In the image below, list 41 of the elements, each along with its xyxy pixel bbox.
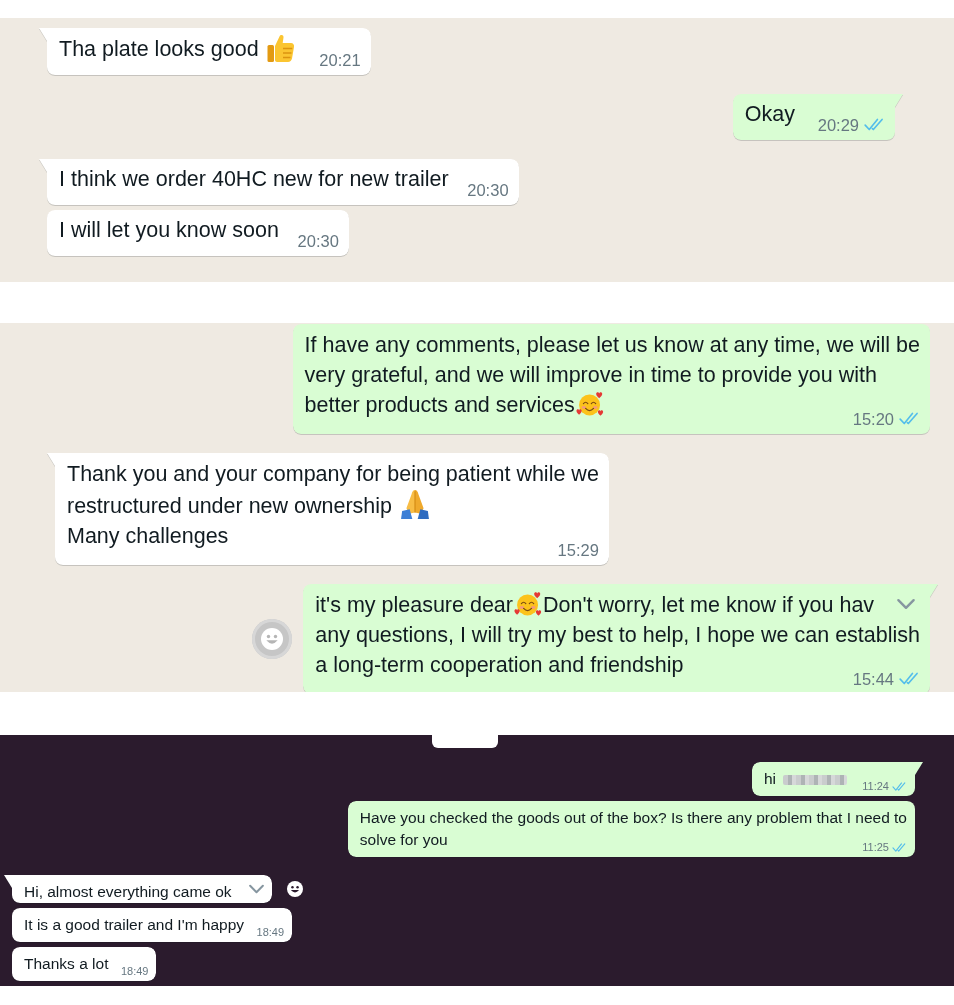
message-text: Have you checked the goods out of the box? Is there any problem that I need to (359, 809, 907, 826)
folded-hands-icon (400, 489, 431, 519)
message-text: very grateful, and we will improve in time to provide you with (304, 363, 877, 387)
message-text: a long-term cooperation and friendship (315, 653, 684, 677)
message-text: Hi, almost everything came ok (24, 883, 232, 900)
message-text: solve for you (359, 831, 448, 848)
message-time: 18:49 (120, 966, 149, 977)
message-text: Thanks a lot (24, 955, 109, 972)
message-time: 18:49 (256, 927, 285, 938)
message-time: 15:29 (557, 541, 599, 558)
message-time: 20:30 (297, 232, 339, 249)
smiling-face-with-hearts-icon (575, 390, 604, 418)
message-text: Many challenges (67, 524, 229, 548)
message-time: 11:25 (862, 842, 889, 853)
message-text: restructured under new ownership (67, 494, 393, 518)
chevron-down-icon[interactable] (896, 598, 916, 610)
message-time: 11:24 (862, 781, 889, 792)
smiling-face-with-hearts-icon (514, 590, 542, 618)
message-text: any questions, I will try my best to help, I hope we can establish (315, 623, 920, 647)
message-time: 15:20 (852, 410, 894, 427)
message-time: 20:21 (319, 51, 361, 68)
message-text: Don't worry, let me know if you hav (543, 593, 875, 617)
message-text: it's my pleasure dear (315, 593, 513, 617)
smiley-icon (261, 628, 284, 650)
message-text: It is a good trailer and I'm happy (24, 916, 245, 933)
message-text: better products and services (304, 393, 575, 417)
redacted-name (783, 774, 847, 785)
message-text: Thank you and your company for being patient while we (67, 462, 599, 486)
chevron-down-icon[interactable] (247, 884, 265, 894)
message-text: Tha plate looks good (59, 37, 259, 61)
message-text: If have any comments, please let us know at any time, we will be (304, 333, 920, 357)
emoji-reaction-button[interactable] (286, 881, 303, 897)
smiley-icon (286, 881, 303, 897)
message-time: 20:30 (467, 181, 509, 198)
message-text: I think we order 40HC new for new trailer (59, 167, 449, 191)
thumbs-up-icon (266, 34, 295, 62)
message-time: 15:44 (852, 670, 894, 687)
message-text: hi (763, 770, 776, 787)
message-text: Okay (744, 102, 795, 126)
message-text: I will let you know soon (59, 218, 279, 242)
message-time: 20:29 (817, 116, 859, 133)
